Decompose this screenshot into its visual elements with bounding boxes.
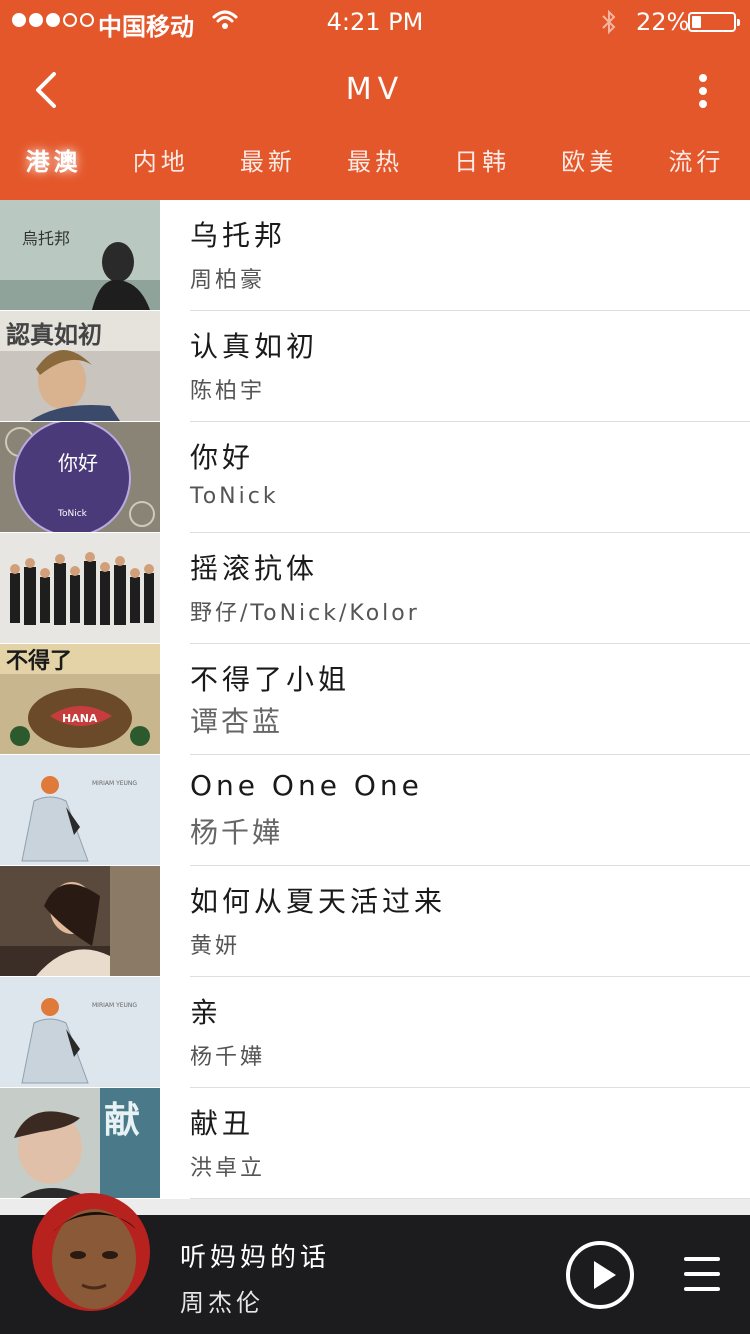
list-item[interactable]: 烏托邦 乌托邦 周柏豪	[0, 200, 750, 311]
song-title: 乌托邦	[190, 219, 287, 252]
song-title: 你好	[190, 441, 255, 474]
mv-list: 烏托邦 乌托邦 周柏豪 認真如初 认真如初 陈柏宇 你好 ToNick 你好 T…	[0, 200, 750, 1199]
tab-zuire[interactable]: 最热	[321, 136, 428, 200]
svg-text:ToNick: ToNick	[57, 509, 88, 519]
song-artist: 周柏豪	[190, 268, 266, 293]
svg-text:HANA: HANA	[62, 712, 98, 725]
status-bar: 中国移动 4:21 PM 22%	[0, 0, 750, 44]
tab-rihan[interactable]: 日韩	[429, 136, 536, 200]
song-title: One One One	[190, 769, 423, 802]
mv-thumbnail: 烏托邦	[0, 200, 160, 310]
song-title: 认真如初	[190, 330, 319, 363]
more-vertical-icon	[699, 74, 707, 82]
song-title: 摇滚抗体	[190, 552, 319, 585]
tab-neidi[interactable]: 内地	[107, 136, 214, 200]
tab-zuixin[interactable]: 最新	[214, 136, 321, 200]
now-playing-artist: 周杰伦	[180, 1289, 264, 1317]
mv-thumbnail: MIRIAM YEUNG	[0, 977, 160, 1087]
battery-level	[692, 16, 701, 28]
svg-text:認真如初: 認真如初	[6, 320, 102, 349]
nav-bar: MV	[0, 44, 750, 136]
page-title: MV	[345, 72, 405, 107]
list-item[interactable]: 献 献丑 洪卓立	[0, 1088, 750, 1199]
song-artist: 杨千嬅	[190, 816, 284, 849]
list-item[interactable]: 你好 ToNick 你好 ToNick	[0, 422, 750, 533]
battery-icon	[688, 12, 740, 32]
tab-gangao[interactable]: 港澳	[0, 136, 107, 200]
tab-oumei[interactable]: 欧美	[536, 136, 643, 200]
playlist-icon	[684, 1257, 720, 1261]
list-item[interactable]: MIRIAM YEUNG 亲 杨千嬅	[0, 977, 750, 1088]
svg-text:MIRIAM YEUNG: MIRIAM YEUNG	[92, 780, 137, 787]
tab-liuxing[interactable]: 流行	[643, 136, 750, 200]
mv-thumbnail: 献	[0, 1088, 160, 1198]
category-tabs: 港澳 内地 最新 最热 日韩 欧美 流行	[0, 136, 750, 200]
mini-player[interactable]: 听妈妈的话 周杰伦	[0, 1193, 750, 1334]
mv-thumbnail	[0, 866, 160, 976]
song-artist: ToNick	[190, 484, 279, 509]
playlist-button[interactable]	[684, 1257, 720, 1291]
song-title: 不得了小姐	[190, 663, 351, 696]
svg-text:你好: 你好	[58, 451, 98, 475]
now-playing-title: 听妈妈的话	[180, 1243, 331, 1273]
song-artist: 洪卓立	[190, 1156, 266, 1181]
song-artist: 谭杏蓝	[190, 705, 284, 738]
album-cover[interactable]	[32, 1193, 150, 1311]
mv-thumbnail: 你好 ToNick	[0, 422, 160, 532]
song-title: 亲	[190, 996, 223, 1029]
svg-text:MIRIAM YEUNG: MIRIAM YEUNG	[92, 1002, 137, 1009]
song-title: 献丑	[190, 1107, 255, 1140]
svg-text:不得了: 不得了	[6, 648, 72, 674]
list-item[interactable]: MIRIAM YEUNG One One One 杨千嬅	[0, 755, 750, 866]
more-button[interactable]	[688, 68, 718, 114]
song-artist: 杨千嬅	[190, 1045, 266, 1070]
song-title: 如何从夏天活过来	[190, 885, 447, 918]
svg-text:献: 献	[104, 1099, 140, 1141]
song-artist: 野仔/ToNick/Kolor	[190, 601, 420, 626]
mv-thumbnail: HANA 不得了	[0, 644, 160, 754]
list-item[interactable]: 摇滚抗体 野仔/ToNick/Kolor	[0, 533, 750, 644]
mv-thumbnail	[0, 533, 160, 643]
battery-percent: 22%	[636, 8, 690, 36]
bluetooth-icon	[600, 9, 618, 41]
play-button[interactable]	[566, 1241, 634, 1309]
list-item[interactable]: HANA 不得了 不得了小姐 谭杏蓝	[0, 644, 750, 755]
mv-thumbnail: MIRIAM YEUNG	[0, 755, 160, 865]
list-item[interactable]: 如何从夏天活过来 黄妍	[0, 866, 750, 977]
song-artist: 陈柏宇	[190, 379, 266, 404]
list-item[interactable]: 認真如初 认真如初 陈柏宇	[0, 311, 750, 422]
song-artist: 黄妍	[190, 934, 241, 959]
svg-text:烏托邦: 烏托邦	[22, 229, 70, 248]
mv-thumbnail: 認真如初	[0, 311, 160, 421]
